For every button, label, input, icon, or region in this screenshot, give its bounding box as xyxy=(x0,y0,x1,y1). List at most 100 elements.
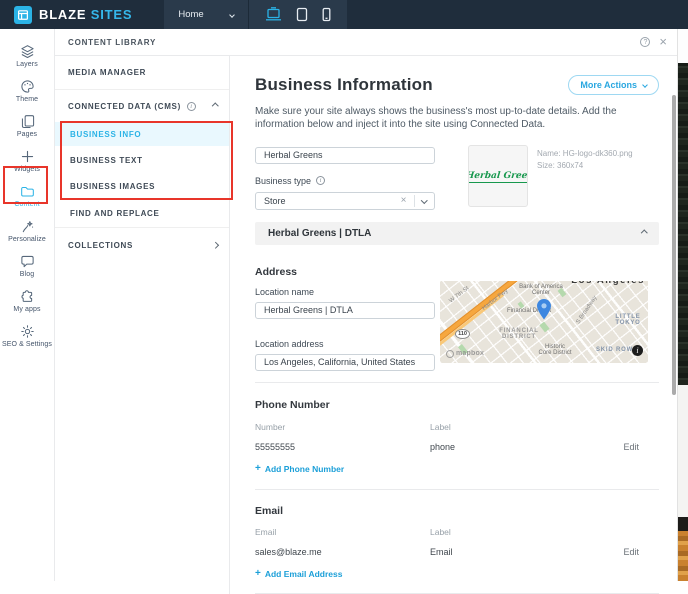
modal-header: CONTENT LIBRARY ? × xyxy=(55,29,677,56)
email-row: sales@blaze.me Email Edit xyxy=(255,537,659,557)
layers-icon xyxy=(20,44,35,59)
clear-icon[interactable]: × xyxy=(401,195,414,206)
email-heading: Email xyxy=(255,505,659,517)
nav-connected-data-header[interactable]: CONNECTED DATA (CMS) i xyxy=(55,90,229,122)
logo-file-size: Size: 360x74 xyxy=(537,160,633,172)
route-110-shield: 110 xyxy=(455,329,470,339)
chevron-down-icon xyxy=(229,12,235,18)
phone-col-label: Label xyxy=(430,422,605,432)
map-pin-icon xyxy=(537,299,551,325)
sidebar-item-personalize[interactable]: Personalize xyxy=(0,213,54,248)
divider xyxy=(255,593,659,594)
phone-label-value: phone xyxy=(430,442,605,452)
email-address-value: sales@blaze.me xyxy=(255,547,430,557)
add-email-address-button[interactable]: + Add Email Address xyxy=(255,569,342,579)
theme-palette-icon xyxy=(20,79,35,94)
map-street-label: W 7th St xyxy=(448,285,470,304)
phone-heading: Phone Number xyxy=(255,399,659,411)
sidebar-item-blog[interactable]: Blog xyxy=(0,248,54,283)
page-selector-dropdown[interactable]: Home xyxy=(164,0,248,29)
close-icon[interactable]: × xyxy=(659,37,667,47)
sidebar-item-widgets[interactable]: Widgets xyxy=(0,143,54,178)
sidebar-item-theme[interactable]: Theme xyxy=(0,73,54,108)
help-icon[interactable]: ? xyxy=(640,37,650,47)
nav-media-manager[interactable]: MEDIA MANAGER xyxy=(55,56,229,90)
brand: BLAZE SITES xyxy=(0,6,146,24)
tablet-preview-icon[interactable] xyxy=(296,7,308,22)
underlying-site-preview xyxy=(677,29,688,581)
gear-icon xyxy=(20,324,35,339)
plus-icon: + xyxy=(255,570,261,578)
chevron-down-icon xyxy=(642,82,648,88)
email-col-email: Email xyxy=(255,527,430,537)
map-poi-label: Historic Core District xyxy=(538,344,572,357)
phone-edit-link[interactable]: Edit xyxy=(623,442,659,452)
business-information-panel: Business Information More Actions Make s… xyxy=(230,56,677,594)
map-area-label: LITTLE TOKYO xyxy=(610,314,646,327)
editor-sidebar-rail: Layers Theme Pages Widgets xyxy=(0,29,55,581)
nav-business-text[interactable]: BUSINESS TEXT xyxy=(55,146,229,174)
business-logo-thumbnail[interactable]: ✿Herbal Greens xyxy=(468,145,528,207)
sidebar-item-pages[interactable]: Pages xyxy=(0,108,54,143)
email-section: Email Email Label sales@blaze.me Email E… xyxy=(255,505,659,581)
mapbox-logo-icon xyxy=(446,350,454,358)
sidebar-item-layers[interactable]: Layers xyxy=(0,38,54,73)
chevron-right-icon xyxy=(212,242,218,248)
more-actions-button[interactable]: More Actions xyxy=(568,75,659,95)
top-bar: BLAZE SITES Home xyxy=(0,0,688,29)
sidebar-item-content[interactable]: Content xyxy=(0,178,54,213)
info-icon[interactable]: i xyxy=(187,102,196,111)
sidebar-item-my-apps[interactable]: My apps xyxy=(0,283,54,318)
business-name-input[interactable] xyxy=(255,147,435,164)
divider xyxy=(255,489,659,490)
email-edit-link[interactable]: Edit xyxy=(623,547,659,557)
modal-title: CONTENT LIBRARY xyxy=(68,38,156,47)
add-phone-number-button[interactable]: + Add Phone Number xyxy=(255,464,344,474)
description-text: Make sure your site always shows the bus… xyxy=(255,105,659,131)
pages-icon xyxy=(20,114,35,129)
phone-number-value: 55555555 xyxy=(255,442,430,452)
plus-icon: + xyxy=(255,465,261,473)
vertical-scrollbar[interactable] xyxy=(672,95,676,395)
nav-find-and-replace[interactable]: FIND AND REPLACE xyxy=(55,200,229,228)
business-type-select[interactable]: Store × xyxy=(255,192,435,210)
desktop-preview-icon[interactable] xyxy=(265,7,282,22)
brand-name: BLAZE SITES xyxy=(39,7,132,22)
info-icon[interactable]: i xyxy=(316,176,325,185)
content-library-nav: MEDIA MANAGER CONNECTED DATA (CMS) i BUS… xyxy=(55,56,230,594)
plus-icon xyxy=(20,149,35,164)
business-type-label: Business type i xyxy=(255,176,435,186)
map-area-label: FINANCIAL DISTRICT xyxy=(498,328,540,341)
mapbox-attribution: mapbox xyxy=(446,350,484,358)
sidebar-item-seo-settings[interactable]: SEO & Settings xyxy=(0,318,54,353)
business-type-value: Store xyxy=(264,196,286,206)
email-col-label: Label xyxy=(430,527,605,537)
speech-bubble-icon xyxy=(20,254,35,269)
map-poi-label: Bank of America Center xyxy=(518,284,564,297)
phone-col-number: Number xyxy=(255,422,430,432)
puzzle-icon xyxy=(20,289,35,304)
personalize-wand-icon xyxy=(20,219,35,234)
nav-collections[interactable]: COLLECTIONS xyxy=(55,228,229,262)
nav-business-info[interactable]: BUSINESS INFO xyxy=(55,122,229,146)
location-address-input[interactable] xyxy=(255,354,435,371)
folder-icon xyxy=(20,184,35,199)
logo-metadata: Name: HG-logo-dk360.png Size: 360x74 xyxy=(537,145,633,210)
address-section: Address Location name Location address L… xyxy=(255,245,659,371)
chevron-down-icon xyxy=(421,197,427,203)
brand-logo-icon xyxy=(14,6,32,24)
divider xyxy=(255,382,659,383)
mobile-preview-icon[interactable] xyxy=(322,7,331,22)
location-map[interactable]: Los Angeles W 7th St Harbor Fwy Bank of … xyxy=(440,281,648,363)
map-info-icon[interactable]: i xyxy=(632,345,643,356)
location-name-input[interactable] xyxy=(255,302,435,319)
location-accordion[interactable]: Herbal Greens | DTLA xyxy=(255,222,659,245)
logo-file-name: Name: HG-logo-dk360.png xyxy=(537,148,633,160)
map-city-label: Los Angeles xyxy=(571,281,645,286)
content-library-modal: Layers Theme Pages Widgets xyxy=(0,29,678,581)
nav-business-images[interactable]: BUSINESS IMAGES xyxy=(55,174,229,198)
chevron-up-icon xyxy=(641,230,647,236)
page-title: Business Information xyxy=(255,75,433,95)
chevron-up-icon xyxy=(212,103,218,109)
phone-section: Phone Number Number Label 55555555 phone… xyxy=(255,399,659,476)
